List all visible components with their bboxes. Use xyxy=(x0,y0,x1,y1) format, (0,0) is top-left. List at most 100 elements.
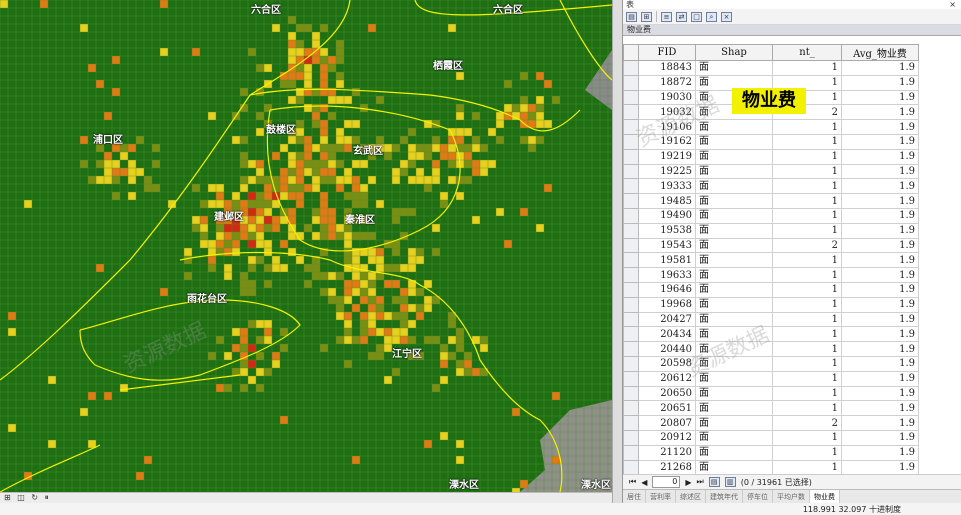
table-row[interactable]: 19543 面 2 1.9 xyxy=(623,237,919,254)
table-row[interactable]: 19646 面 1 1.9 xyxy=(623,281,919,298)
table-tab-active[interactable]: 物业费 xyxy=(810,490,840,504)
density-cell xyxy=(344,232,352,240)
clear-selection-icon[interactable]: □ xyxy=(691,11,702,22)
next-record-icon[interactable]: ▶ xyxy=(685,478,691,487)
table-row[interactable]: 19219 面 1 1.9 xyxy=(623,148,919,165)
row-selector[interactable] xyxy=(623,459,639,474)
table-row[interactable]: 19581 面 1 1.9 xyxy=(623,252,919,269)
table-row[interactable]: 21268 面 1 1.9 xyxy=(623,459,919,474)
delete-selected-icon[interactable]: × xyxy=(721,11,732,22)
related-tables-icon[interactable]: ⊞ xyxy=(641,11,652,22)
table-row[interactable]: 19538 面 1 1.9 xyxy=(623,222,919,239)
column-header-fid[interactable]: FID xyxy=(638,44,696,61)
table-tab[interactable]: 建筑年代 xyxy=(706,490,743,504)
last-record-icon[interactable]: ⏭ xyxy=(697,477,704,487)
select-by-attributes-icon[interactable]: ≡ xyxy=(661,11,672,22)
row-selector[interactable] xyxy=(623,400,639,417)
row-selector[interactable] xyxy=(623,326,639,343)
cell-avg-fee: 1.9 xyxy=(841,252,919,269)
density-cell xyxy=(376,344,384,352)
first-record-icon[interactable]: ⏮ xyxy=(629,477,636,487)
table-row[interactable]: 20434 面 1 1.9 xyxy=(623,326,919,343)
table-row[interactable]: 20440 面 1 1.9 xyxy=(623,341,919,357)
column-header-shape[interactable]: Shap xyxy=(695,44,773,61)
map-view[interactable]: 六合区 六合区 栖霞区 浦口区 鼓楼区 玄武区 建邺区 秦淮区 雨花台区 江宁区… xyxy=(0,0,612,492)
row-selector[interactable] xyxy=(623,89,639,106)
table-tab[interactable]: 综述区 xyxy=(676,490,706,504)
table-tab[interactable]: 平均户数 xyxy=(773,490,810,504)
cell-avg-fee: 1.9 xyxy=(841,385,919,402)
row-selector[interactable] xyxy=(623,267,639,283)
row-selector[interactable] xyxy=(623,296,639,313)
row-selector[interactable] xyxy=(623,163,639,180)
table-row[interactable]: 19485 面 1 1.9 xyxy=(623,193,919,209)
row-selector[interactable] xyxy=(623,222,639,239)
pause-icon[interactable]: ⏸ xyxy=(45,493,49,503)
table-tab[interactable]: 营利率 xyxy=(646,490,676,504)
table-row[interactable]: 19225 面 1 1.9 xyxy=(623,163,919,180)
row-selector[interactable] xyxy=(623,104,639,121)
table-row[interactable]: 20612 面 1 1.9 xyxy=(623,370,919,387)
cell-avg-fee: 1.9 xyxy=(841,222,919,239)
column-header-avg-fee[interactable]: Avg_物业费 xyxy=(841,44,919,61)
table-row[interactable]: 20650 面 1 1.9 xyxy=(623,385,919,402)
row-selector[interactable] xyxy=(623,119,639,135)
table-row[interactable]: 19633 面 1 1.9 xyxy=(623,267,919,283)
table-row[interactable]: 19333 面 1 1.9 xyxy=(623,178,919,195)
row-selector[interactable] xyxy=(623,237,639,254)
zoom-to-selected-icon[interactable]: ⌕ xyxy=(706,11,717,22)
row-selector[interactable] xyxy=(623,193,639,209)
row-selector[interactable] xyxy=(623,444,639,461)
density-cell xyxy=(216,192,224,200)
row-selector[interactable] xyxy=(623,385,639,402)
row-selector[interactable] xyxy=(623,429,639,446)
table-tab[interactable]: 停车位 xyxy=(743,490,773,504)
column-header-count[interactable]: nt_ xyxy=(772,44,842,61)
record-number-input[interactable]: 0 xyxy=(652,476,681,488)
row-selector[interactable] xyxy=(623,74,639,91)
refresh-icon[interactable]: ↻ xyxy=(31,493,38,503)
density-cell xyxy=(232,248,240,256)
row-selector[interactable] xyxy=(623,178,639,195)
row-selector[interactable] xyxy=(623,207,639,224)
density-cell xyxy=(352,456,360,464)
table-row[interactable]: 19968 面 1 1.9 xyxy=(623,296,919,313)
row-selector[interactable] xyxy=(623,281,639,298)
table-row[interactable]: 19162 面 1 1.9 xyxy=(623,133,919,150)
table-row[interactable]: 20427 面 1 1.9 xyxy=(623,311,919,328)
row-selector[interactable] xyxy=(623,415,639,431)
row-selector-header[interactable] xyxy=(623,44,639,61)
layout-view-icon[interactable]: ⊞ xyxy=(4,493,11,503)
density-cell xyxy=(464,128,472,136)
previous-record-icon[interactable]: ◀ xyxy=(641,478,647,487)
density-cell xyxy=(336,336,344,344)
density-cell xyxy=(288,72,296,80)
close-icon[interactable]: × xyxy=(949,0,956,9)
attribute-table[interactable]: FID Shap nt_ Avg_物业费 18843 面 1 1.9 18872 面 1 1.… xyxy=(623,44,961,474)
table-row[interactable]: 20807 面 2 1.9 xyxy=(623,415,919,431)
row-selector[interactable] xyxy=(623,370,639,387)
table-row[interactable]: 21120 面 1 1.9 xyxy=(623,444,919,461)
table-tab[interactable]: 居住 xyxy=(623,490,646,504)
table-tab-name[interactable]: 物业费 xyxy=(623,25,961,36)
table-row[interactable]: 20598 面 1 1.9 xyxy=(623,355,919,372)
table-options-icon[interactable]: ▤ xyxy=(626,11,637,22)
table-row[interactable]: 19106 面 1 1.9 xyxy=(623,119,919,135)
show-selected-records-icon[interactable]: ▥ xyxy=(724,477,736,487)
row-selector[interactable] xyxy=(623,355,639,372)
table-row[interactable]: 20912 面 1 1.9 xyxy=(623,429,919,446)
table-row[interactable]: 18843 面 1 1.9 xyxy=(623,60,919,76)
table-row[interactable]: 20651 面 1 1.9 xyxy=(623,400,919,417)
show-all-records-icon[interactable]: ▤ xyxy=(708,477,720,487)
row-selector[interactable] xyxy=(623,252,639,269)
row-selector[interactable] xyxy=(623,341,639,357)
row-selector[interactable] xyxy=(623,133,639,150)
switch-selection-icon[interactable]: ⇄ xyxy=(676,11,687,22)
row-selector[interactable] xyxy=(623,60,639,76)
row-selector[interactable] xyxy=(623,311,639,328)
row-selector[interactable] xyxy=(623,148,639,165)
density-cell xyxy=(336,128,344,136)
table-row[interactable]: 19490 面 1 1.9 xyxy=(623,207,919,224)
map-canvas[interactable] xyxy=(0,0,612,492)
data-view-icon[interactable]: ◫ xyxy=(17,493,25,503)
